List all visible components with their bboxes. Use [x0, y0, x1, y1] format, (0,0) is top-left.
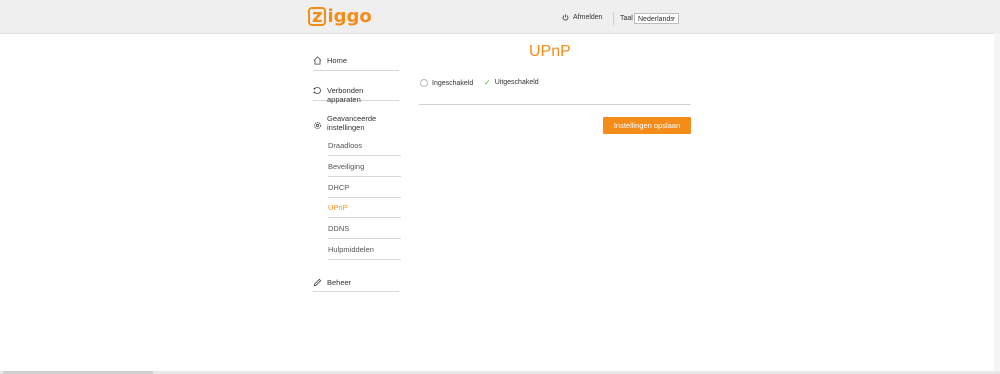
option-label: Uitgeschakeld [494, 79, 539, 86]
language-select[interactable]: Nederlands ▾ [634, 13, 679, 24]
sidebar-item-label: Beheer [327, 278, 352, 287]
logo-mark: z [308, 7, 327, 26]
option-disabled[interactable]: ✓ Uitgeschakeld [484, 78, 539, 87]
sidebar-item-home[interactable]: Home [313, 56, 399, 71]
top-bar: z iggo Afmelden Taal Nederlands ▾ [0, 0, 1000, 34]
sidebar-subitem-draadloos[interactable]: Draadloos [328, 141, 401, 156]
page-title: UPnP [529, 43, 571, 60]
logo-text: iggo [327, 6, 372, 27]
sidebar-subitem-beveiliging[interactable]: Beveiliging [328, 162, 401, 177]
home-icon [313, 56, 322, 65]
sidebar-item-label: Home [327, 56, 348, 65]
sidebar-item-beheer[interactable]: Beheer [313, 278, 399, 292]
page-edge [994, 33, 1000, 374]
logout-link[interactable]: Afmelden [562, 14, 603, 21]
divider [419, 104, 691, 105]
sidebar-subitem-hulpmiddelen[interactable]: Hulpmiddelen [328, 245, 401, 260]
ziggo-logo[interactable]: z iggo [308, 6, 372, 27]
header-divider [613, 12, 614, 25]
logout-label: Afmelden [573, 14, 603, 21]
language-selected: Nederlands [638, 16, 674, 23]
check-icon: ✓ [484, 78, 491, 87]
save-settings-button[interactable]: Instellingen opslaan [603, 117, 691, 134]
sidebar-item-advanced-settings[interactable]: Geavanceerde instellingen [313, 114, 399, 136]
pencil-icon [313, 278, 322, 287]
radio-icon [420, 79, 428, 87]
sidebar-subitem-upnp[interactable]: UPnP [328, 203, 401, 218]
power-icon [562, 14, 569, 21]
sidebar-item-label: Geavanceerde instellingen [327, 114, 377, 132]
option-label: Ingeschakeld [432, 79, 474, 87]
option-enabled[interactable]: Ingeschakeld [420, 79, 473, 87]
chevron-down-icon: ▾ [671, 16, 675, 22]
sidebar-item-label: Verbonden apparaten [327, 86, 364, 104]
sidebar-subitem-ddns[interactable]: DDNS [328, 224, 401, 239]
language-label: Taal [620, 15, 633, 22]
sidebar-item-devices[interactable]: Verbonden apparaten [313, 86, 399, 104]
devices-icon [313, 86, 321, 95]
gear-icon [314, 122, 321, 129]
sidebar-subitem-dhcp[interactable]: DHCP [328, 183, 401, 198]
